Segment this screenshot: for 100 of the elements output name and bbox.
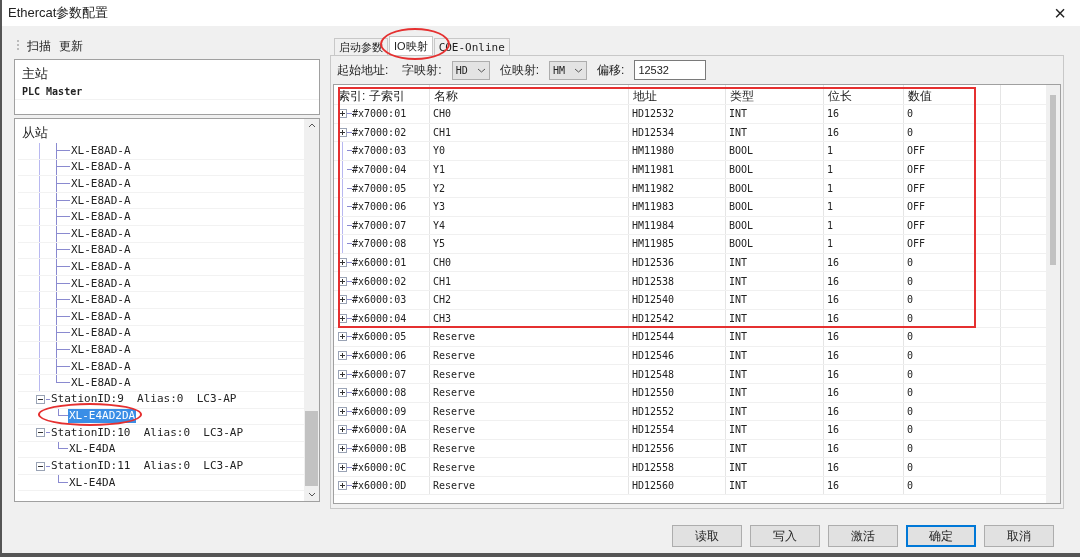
offset-field[interactable]: 12532 — [634, 60, 707, 80]
table-cell-text: #x6000:04 — [352, 311, 407, 326]
table-cell: Reserve — [430, 365, 629, 383]
table-cell: INT — [726, 439, 824, 458]
table-cell: HD12556 — [629, 439, 726, 458]
tree-item[interactable]: XL-E8AD-A — [70, 210, 132, 225]
scrollbar[interactable] — [1046, 85, 1060, 503]
tree-item[interactable]: XL-E8AD-A — [70, 359, 132, 374]
collapse-icon[interactable] — [36, 461, 45, 471]
table-cell: OFF — [904, 235, 1001, 253]
table-cell: 0 — [904, 272, 1001, 290]
table-cell: 0 — [904, 346, 1001, 365]
tree-item[interactable]: XL-E8AD-A — [70, 293, 132, 308]
collapse-icon[interactable] — [36, 395, 45, 405]
dialog-button[interactable]: 读取 — [672, 525, 742, 547]
table-cell: Reserve — [430, 402, 629, 421]
expand-icon[interactable] — [338, 295, 347, 305]
table-cell: 0 — [904, 328, 1001, 346]
expand-icon[interactable] — [338, 406, 347, 416]
tree-item[interactable]: XL-E8AD-A — [70, 177, 132, 191]
tree-item[interactable]: StationID:10 Alias:0 LC3-AP — [51, 424, 244, 442]
table-cell: Y4 — [430, 216, 629, 235]
tree-item[interactable]: XL-E8AD-A — [70, 309, 132, 324]
toolbar-button[interactable]: 扫描 — [27, 37, 51, 55]
toolbar-button[interactable]: 更新 — [59, 37, 83, 55]
tree-item[interactable]: XL-E8AD-A — [70, 376, 132, 391]
table-cell: INT — [726, 383, 824, 402]
tree-item[interactable]: StationID:9 Alias:0 LC3-AP — [51, 391, 237, 408]
collapse-icon[interactable] — [36, 428, 45, 438]
table-cell: HD12542 — [629, 309, 726, 328]
column-header[interactable]: 位长 — [824, 85, 904, 104]
table-cell: Y3 — [430, 197, 629, 216]
scroll-down-icon[interactable] — [307, 492, 316, 497]
column-header[interactable]: 数值 — [904, 85, 1001, 104]
table-cell: Y5 — [430, 235, 629, 253]
table-cell-text: #x7000:08 — [352, 237, 407, 252]
bit-map-dropdown[interactable]: HM — [549, 60, 588, 80]
column-header[interactable]: 类型 — [726, 85, 824, 104]
master-item[interactable]: PLC Master — [15, 84, 319, 100]
column-header[interactable]: 名称 — [430, 85, 629, 104]
close-button[interactable]: × — [1054, 3, 1066, 23]
table-cell: INT — [726, 421, 824, 439]
table-cell: 16 — [824, 123, 904, 142]
scroll-up-icon[interactable] — [307, 123, 316, 128]
table-cell-text: #x7000:04 — [352, 163, 407, 178]
tree-item[interactable]: XL-E8AD-A — [70, 326, 132, 341]
tree-item[interactable]: XL-E8AD-A — [70, 193, 132, 208]
table-cell-text: #x6000:0A — [352, 423, 407, 438]
table-cell: BOOL — [726, 160, 824, 179]
tree-item[interactable]: XL-E8AD-A — [70, 259, 132, 274]
expand-icon[interactable] — [338, 425, 347, 435]
table-cell: HD12552 — [629, 402, 726, 421]
table-cell: CH0 — [430, 105, 629, 123]
table-cell-text: #x6000:01 — [352, 256, 407, 271]
table-cell: 1 — [824, 160, 904, 179]
table-cell: HM11981 — [629, 160, 726, 179]
expand-icon[interactable] — [338, 444, 347, 453]
table-cell-text: #x7000:05 — [352, 181, 407, 196]
expand-icon[interactable] — [338, 258, 347, 268]
tree-item[interactable]: XL-E8AD-A — [70, 160, 132, 175]
expand-icon[interactable] — [338, 462, 347, 472]
table-cell: 16 — [824, 476, 904, 495]
table-cell: HD12532 — [629, 105, 726, 123]
column-header[interactable]: 索引: 子索引 — [334, 85, 430, 104]
expand-icon[interactable] — [338, 351, 347, 360]
expand-icon[interactable] — [338, 276, 347, 286]
table-cell: INT — [726, 458, 824, 476]
expand-icon[interactable] — [338, 313, 347, 323]
table-cell: Reserve — [430, 476, 629, 495]
tree-item[interactable]: XL-E8AD-A — [70, 226, 132, 241]
expand-icon[interactable] — [338, 388, 347, 398]
expand-icon[interactable] — [338, 369, 347, 379]
table-cell: HM11983 — [629, 197, 726, 216]
table-cell: BOOL — [726, 216, 824, 235]
dialog-button[interactable]: 取消 — [984, 525, 1054, 547]
column-header[interactable]: 地址 — [629, 85, 726, 104]
expand-icon[interactable] — [338, 481, 347, 491]
dialog-button[interactable]: 写入 — [750, 525, 820, 547]
tree-item[interactable]: XL-E8AD-A — [70, 342, 132, 357]
dialog-button[interactable]: 确定 — [906, 525, 976, 547]
scrollbar-thumb[interactable] — [305, 411, 318, 486]
tree-item[interactable]: XL-E8AD-A — [70, 276, 132, 291]
tab[interactable]: IO映射 — [389, 36, 433, 55]
table-cell: 1 — [824, 235, 904, 253]
word-map-dropdown[interactable]: HD — [451, 60, 490, 80]
table-cell: 0 — [904, 439, 1001, 458]
table-cell-text: #x6000:0D — [352, 479, 407, 494]
tree-item[interactable]: XL-E8AD-A — [70, 243, 132, 258]
scrollbar[interactable] — [304, 119, 319, 501]
scrollbar-thumb[interactable] — [1050, 95, 1056, 265]
table-cell: 16 — [824, 346, 904, 365]
table-cell-text: #x6000:09 — [352, 404, 407, 419]
dialog-button[interactable]: 激活 — [828, 525, 898, 547]
expand-icon[interactable] — [338, 332, 347, 342]
tree-item[interactable]: StationID:11 Alias:0 LC3-AP — [51, 457, 244, 475]
tree-item[interactable]: XL-E8AD-A — [70, 143, 132, 158]
tree-item[interactable]: XL-E4DA — [68, 475, 117, 490]
expand-icon[interactable] — [338, 127, 347, 137]
tree-item[interactable]: XL-E4DA — [68, 442, 117, 457]
expand-icon[interactable] — [338, 109, 347, 119]
